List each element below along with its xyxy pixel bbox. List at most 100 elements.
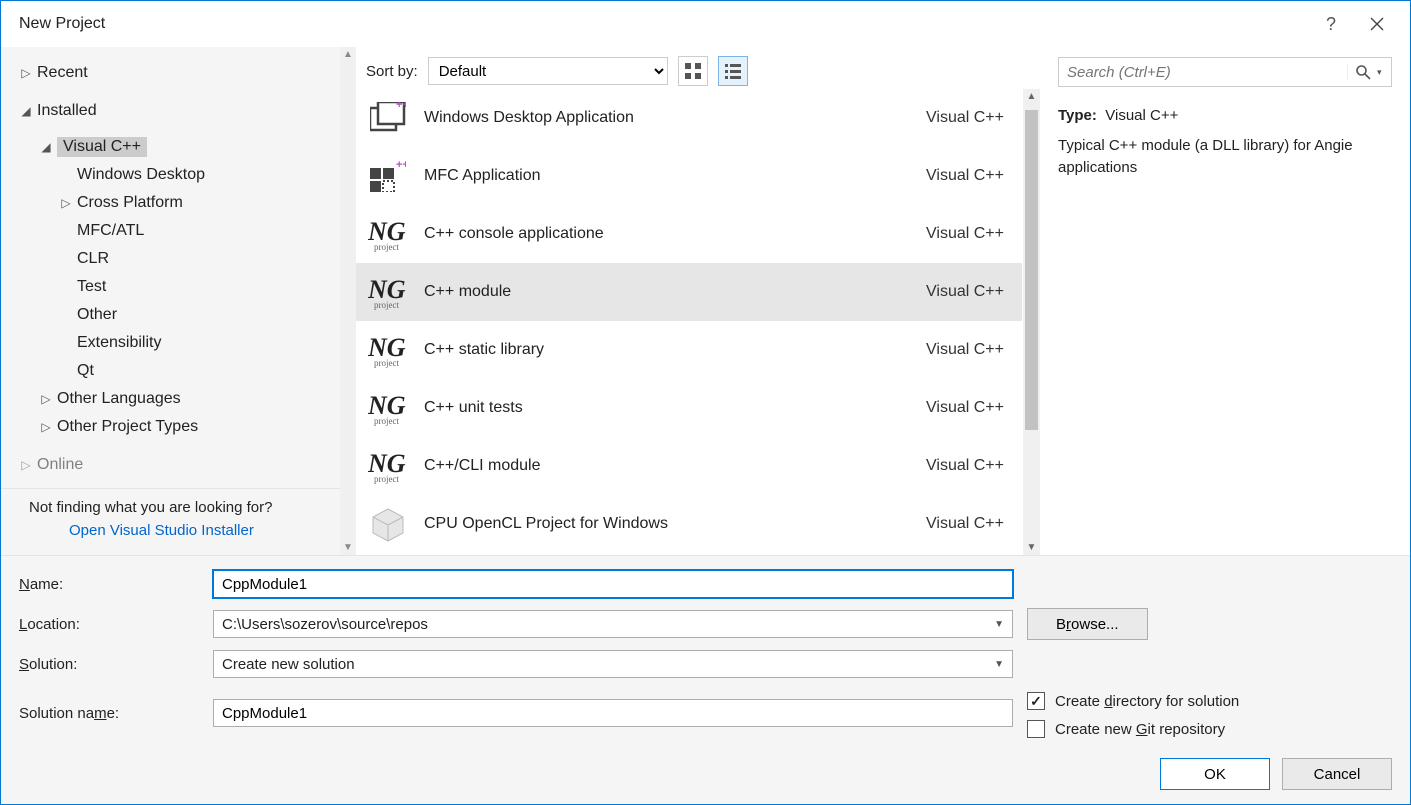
scroll-thumb[interactable] bbox=[1025, 110, 1038, 430]
template-name: CPU OpenCL Project for Windows bbox=[424, 515, 926, 533]
collapse-icon: ◢ bbox=[19, 104, 33, 118]
template-icon: ++ bbox=[368, 156, 408, 196]
sort-by-select[interactable]: Default bbox=[428, 57, 668, 85]
template-row[interactable]: CPU OpenCL Project for WindowsVisual C++ bbox=[356, 495, 1022, 553]
help-button[interactable]: ? bbox=[1308, 1, 1354, 47]
create-directory-checkbox[interactable]: ✓ Create directory for solution bbox=[1027, 692, 1392, 710]
template-row[interactable]: NGprojectC++ moduleVisual C++ bbox=[356, 263, 1022, 321]
ok-button[interactable]: OK bbox=[1160, 758, 1270, 790]
dialog-buttons: OK Cancel bbox=[19, 758, 1392, 790]
tree-item-online[interactable]: ▷ Online bbox=[1, 451, 356, 479]
solution-combo[interactable]: Create new solution ▼ bbox=[213, 650, 1013, 678]
template-name: Windows Desktop Application bbox=[424, 109, 926, 127]
template-icon: NGproject bbox=[368, 388, 408, 428]
titlebar: New Project ? bbox=[1, 1, 1410, 47]
svg-text:++: ++ bbox=[396, 102, 406, 111]
close-button[interactable] bbox=[1354, 1, 1400, 47]
view-tiles-button[interactable] bbox=[678, 56, 708, 86]
tree-item[interactable]: Test bbox=[1, 273, 356, 301]
left-footer: Not finding what you are looking for? Op… bbox=[1, 488, 356, 555]
template-name: C++ static library bbox=[424, 341, 926, 359]
project-form: Name: Location: C:\Users\sozerov\source\… bbox=[19, 570, 1392, 738]
tree-item-recent[interactable]: ▷ Recent bbox=[1, 59, 356, 87]
template-row[interactable]: NGprojectC++/CLI moduleVisual C++ bbox=[356, 437, 1022, 495]
tree-item-other-project-types[interactable]: ▷ Other Project Types bbox=[1, 413, 356, 441]
window-title: New Project bbox=[19, 15, 1308, 33]
chevron-down-icon: ▼ bbox=[994, 619, 1004, 630]
template-icon: NGproject bbox=[368, 214, 408, 254]
expand-icon: ▷ bbox=[19, 66, 33, 80]
tree-item[interactable]: Qt bbox=[1, 357, 356, 385]
template-name: MFC Application bbox=[424, 167, 926, 185]
template-row[interactable]: NGproject C++ unit testsVisual C++ bbox=[356, 379, 1022, 437]
sort-by-label: Sort by: bbox=[366, 63, 418, 80]
svg-text:++: ++ bbox=[396, 160, 406, 171]
template-name: C++ console applicatione bbox=[424, 225, 926, 243]
checkbox-checked-icon: ✓ bbox=[1027, 692, 1045, 710]
template-scrollbar[interactable]: ▲ ▼ bbox=[1023, 89, 1040, 555]
type-value: Visual C++ bbox=[1105, 107, 1178, 124]
tree-item[interactable]: ▷Cross Platform bbox=[1, 189, 356, 217]
template-name: C++ unit tests bbox=[424, 399, 926, 417]
view-list-button[interactable] bbox=[718, 56, 748, 86]
left-scrollbar[interactable]: ▲ ▼ bbox=[340, 47, 356, 555]
solution-name-label: Solution name: bbox=[19, 705, 199, 722]
category-tree: ▷ Recent ◢ Installed ◢ Visual C++ Window… bbox=[1, 47, 356, 488]
solution-name-input[interactable] bbox=[213, 699, 1013, 727]
search-icon[interactable] bbox=[1347, 64, 1377, 80]
solution-value: Create new solution bbox=[222, 656, 355, 673]
scroll-down-icon: ▼ bbox=[1027, 540, 1037, 555]
scroll-up-icon: ▲ bbox=[1027, 89, 1037, 104]
template-row[interactable]: NGprojectC++ console applicationeVisual … bbox=[356, 205, 1022, 263]
template-icon: NGproject bbox=[368, 330, 408, 370]
template-name: C++/CLI module bbox=[424, 457, 926, 475]
template-name: C++ module bbox=[424, 283, 926, 301]
search-box[interactable]: ▾ bbox=[1058, 57, 1392, 87]
location-combo[interactable]: C:\Users\sozerov\source\repos ▼ bbox=[213, 610, 1013, 638]
tree-item[interactable]: Extensibility bbox=[1, 329, 356, 357]
dialog-window: New Project ? ▷ Recent ◢ Installed ◢ bbox=[0, 0, 1411, 805]
template-row[interactable]: NGprojectC++ static libraryVisual C++ bbox=[356, 321, 1022, 379]
name-input[interactable] bbox=[213, 570, 1013, 598]
tree-item-other-languages[interactable]: ▷ Other Languages bbox=[1, 385, 356, 413]
location-value: C:\Users\sozerov\source\repos bbox=[222, 616, 428, 633]
template-row[interactable]: ++Windows Desktop ApplicationVisual C++ bbox=[356, 89, 1022, 147]
svg-text:project: project bbox=[374, 474, 399, 484]
type-label: Type: bbox=[1058, 107, 1097, 124]
tree-item[interactable]: MFC/ATL bbox=[1, 217, 356, 245]
expand-icon: ▷ bbox=[39, 392, 53, 406]
tree-item-installed[interactable]: ◢ Installed bbox=[1, 97, 356, 125]
open-installer-link[interactable]: Open Visual Studio Installer bbox=[69, 522, 338, 539]
description-text: Typical C++ module (a DLL library) for A… bbox=[1058, 137, 1353, 176]
chevron-down-icon: ▼ bbox=[994, 659, 1004, 670]
template-language: Visual C++ bbox=[926, 457, 1004, 475]
template-icon: ++ bbox=[368, 98, 408, 138]
solution-label: Solution: bbox=[19, 656, 199, 673]
scroll-track[interactable] bbox=[1023, 104, 1040, 540]
create-git-checkbox[interactable]: Create new Git repository bbox=[1027, 720, 1392, 738]
tree-item[interactable]: CLR bbox=[1, 245, 356, 273]
browse-button[interactable]: Browse... bbox=[1027, 608, 1148, 640]
cancel-button[interactable]: Cancel bbox=[1282, 758, 1392, 790]
name-label: Name: bbox=[19, 576, 199, 593]
tiles-icon bbox=[684, 62, 702, 80]
tree-item[interactable]: Windows Desktop bbox=[1, 161, 356, 189]
search-dropdown-icon[interactable]: ▾ bbox=[1377, 67, 1391, 78]
template-icon bbox=[368, 504, 408, 544]
template-row[interactable]: ++MFC ApplicationVisual C++ bbox=[356, 147, 1022, 205]
template-list: ++ Windows Desktop Application Visual C++ +… bbox=[356, 89, 1040, 555]
template-language: Visual C++ bbox=[926, 515, 1004, 533]
tree-item[interactable]: Other bbox=[1, 301, 356, 329]
template-icon: NGproject bbox=[368, 272, 408, 312]
svg-text:project: project bbox=[374, 358, 399, 368]
template-description: Type: Visual C++ Typical C++ module (a D… bbox=[1058, 105, 1392, 178]
location-label: Location: bbox=[19, 616, 199, 633]
template-panel: Sort by: Default ++ Windows Desktop Appli… bbox=[356, 47, 1040, 555]
expand-icon: ▷ bbox=[39, 420, 53, 434]
tree-item-visual-cpp[interactable]: ◢ Visual C++ bbox=[1, 133, 356, 161]
svg-text:project: project bbox=[374, 242, 399, 252]
search-input[interactable] bbox=[1059, 60, 1347, 85]
scroll-down-icon: ▼ bbox=[343, 542, 353, 553]
close-icon bbox=[1370, 17, 1384, 31]
template-language: Visual C++ bbox=[926, 399, 1004, 417]
